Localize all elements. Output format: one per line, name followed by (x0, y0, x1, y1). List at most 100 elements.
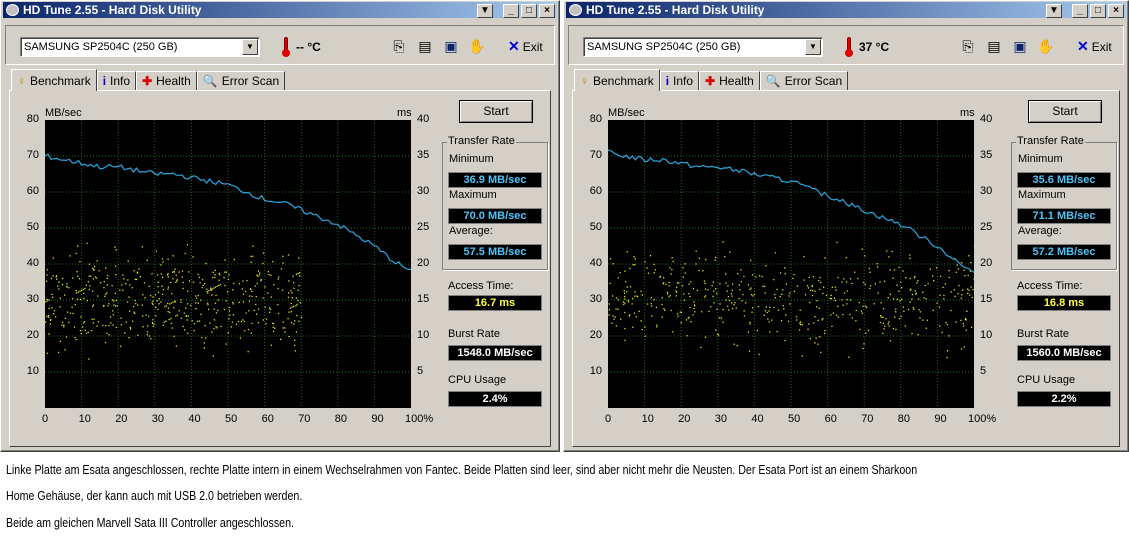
tab-error-scan[interactable]: 🔍 Error Scan (196, 71, 286, 91)
options-icon[interactable]: ✋ (468, 37, 486, 55)
access-time-point (300, 316, 303, 318)
access-time-point (79, 298, 82, 300)
access-time-point (622, 301, 624, 303)
copy-icon[interactable]: ⎘ (390, 37, 408, 55)
minimize-button[interactable]: _ (503, 4, 519, 18)
x-tick-label: 70 (861, 413, 874, 425)
access-time-point (808, 323, 810, 325)
access-time-point (722, 308, 724, 311)
tab-info[interactable]: i Info (96, 71, 137, 91)
title-bar[interactable]: HD Tune 2.55 - Hard Disk Utility ▼ _ □ × (3, 2, 557, 18)
access-time-point (92, 267, 94, 269)
access-time-point (718, 317, 721, 319)
access-time-point (716, 292, 718, 295)
transfer-rate-label: Transfer Rate (1016, 135, 1085, 147)
access-time-point (717, 334, 720, 336)
access-time-point (291, 297, 293, 299)
access-time-point (914, 276, 916, 278)
save-icon[interactable]: ▣ (442, 37, 460, 55)
access-time-point (294, 320, 296, 322)
chevron-down-icon[interactable]: ▼ (242, 39, 258, 55)
tab-health[interactable]: ✚ Health (699, 71, 760, 91)
drive-select[interactable]: SAMSUNG SP2504C (250 GB) ▼ (20, 37, 260, 57)
access-time-point (644, 261, 646, 263)
access-time-point (171, 271, 174, 273)
drive-select[interactable]: SAMSUNG SP2504C (250 GB) ▼ (583, 37, 823, 57)
access-time-point (956, 264, 958, 266)
access-time-point (51, 307, 53, 309)
access-time-point (146, 259, 148, 261)
access-time-point (295, 305, 297, 307)
access-time-point (800, 323, 802, 326)
access-time-point (924, 284, 926, 287)
access-time-point (711, 285, 713, 287)
save-icon[interactable]: ▣ (1011, 37, 1029, 55)
start-button[interactable]: Start (1028, 100, 1102, 123)
access-time-point (48, 307, 50, 310)
access-time-point (781, 293, 783, 295)
access-time-point (769, 306, 771, 308)
access-time-point (90, 330, 93, 332)
tab-health[interactable]: ✚ Health (136, 71, 197, 91)
access-time-point (207, 304, 209, 306)
right-tick-label: 40 (980, 113, 993, 125)
chevron-down-icon[interactable]: ▼ (805, 39, 821, 55)
access-time-point (133, 311, 135, 313)
maximize-button[interactable]: □ (521, 4, 537, 18)
x-tick-label: 50 (225, 413, 238, 425)
access-time-point (971, 296, 973, 299)
access-time-point (218, 279, 220, 281)
access-time-point (215, 312, 218, 314)
copy-text-icon[interactable]: ▤ (985, 37, 1003, 55)
exit-button[interactable]: ✕ Exit (508, 38, 543, 55)
access-time-point (750, 287, 752, 289)
tab-label: Health (156, 74, 191, 88)
access-time-point (63, 326, 65, 328)
access-time-point (650, 302, 652, 305)
access-time-point (92, 278, 95, 280)
access-time-point (167, 302, 169, 305)
hdtune-window-left: HD Tune 2.55 - Hard Disk Utility ▼ _ □ ×… (0, 0, 560, 452)
access-time-point (894, 316, 896, 318)
access-time-point (258, 274, 261, 276)
start-button[interactable]: Start (459, 100, 533, 123)
access-time-point (970, 261, 972, 264)
copy-text-icon[interactable]: ▤ (416, 37, 434, 55)
tab-benchmark[interactable]: ♀ Benchmark (574, 69, 660, 91)
right-tick-label: 20 (417, 257, 430, 269)
minimize-button[interactable]: _ (1072, 4, 1088, 18)
access-time-point (197, 320, 199, 322)
access-time-point (205, 262, 207, 265)
menu-dropdown-button[interactable]: ▼ (1046, 4, 1062, 18)
menu-dropdown-button[interactable]: ▼ (477, 4, 493, 18)
app-icon (6, 4, 19, 16)
tab-benchmark[interactable]: ♀ Benchmark (11, 69, 97, 91)
exit-button[interactable]: ✕ Exit (1077, 38, 1112, 55)
right-tick-label: 40 (417, 113, 430, 125)
access-time-point (104, 295, 106, 298)
access-time-point (690, 281, 692, 283)
access-time-point (703, 296, 706, 298)
options-icon[interactable]: ✋ (1037, 37, 1055, 55)
access-time-point (876, 263, 878, 265)
access-time-point (58, 281, 60, 283)
access-time-point (198, 276, 200, 278)
access-time-point (919, 317, 921, 319)
access-time-point (94, 276, 97, 278)
access-time-point (627, 299, 629, 301)
tab-error-scan[interactable]: 🔍 Error Scan (759, 71, 849, 91)
access-time-point (46, 298, 48, 301)
close-button[interactable]: × (539, 4, 555, 18)
title-bar[interactable]: HD Tune 2.55 - Hard Disk Utility ▼ _ □ × (566, 2, 1126, 18)
access-time-point (728, 309, 730, 311)
access-time-point (83, 292, 85, 294)
access-time-point (955, 271, 957, 273)
tab-info[interactable]: i Info (659, 71, 700, 91)
close-button[interactable]: × (1108, 4, 1124, 18)
access-time-point (860, 310, 862, 312)
access-time-point (75, 292, 78, 294)
access-time-point (774, 297, 776, 299)
maximize-button[interactable]: □ (1090, 4, 1106, 18)
copy-icon[interactable]: ⎘ (959, 37, 977, 55)
access-time-point (134, 299, 136, 302)
